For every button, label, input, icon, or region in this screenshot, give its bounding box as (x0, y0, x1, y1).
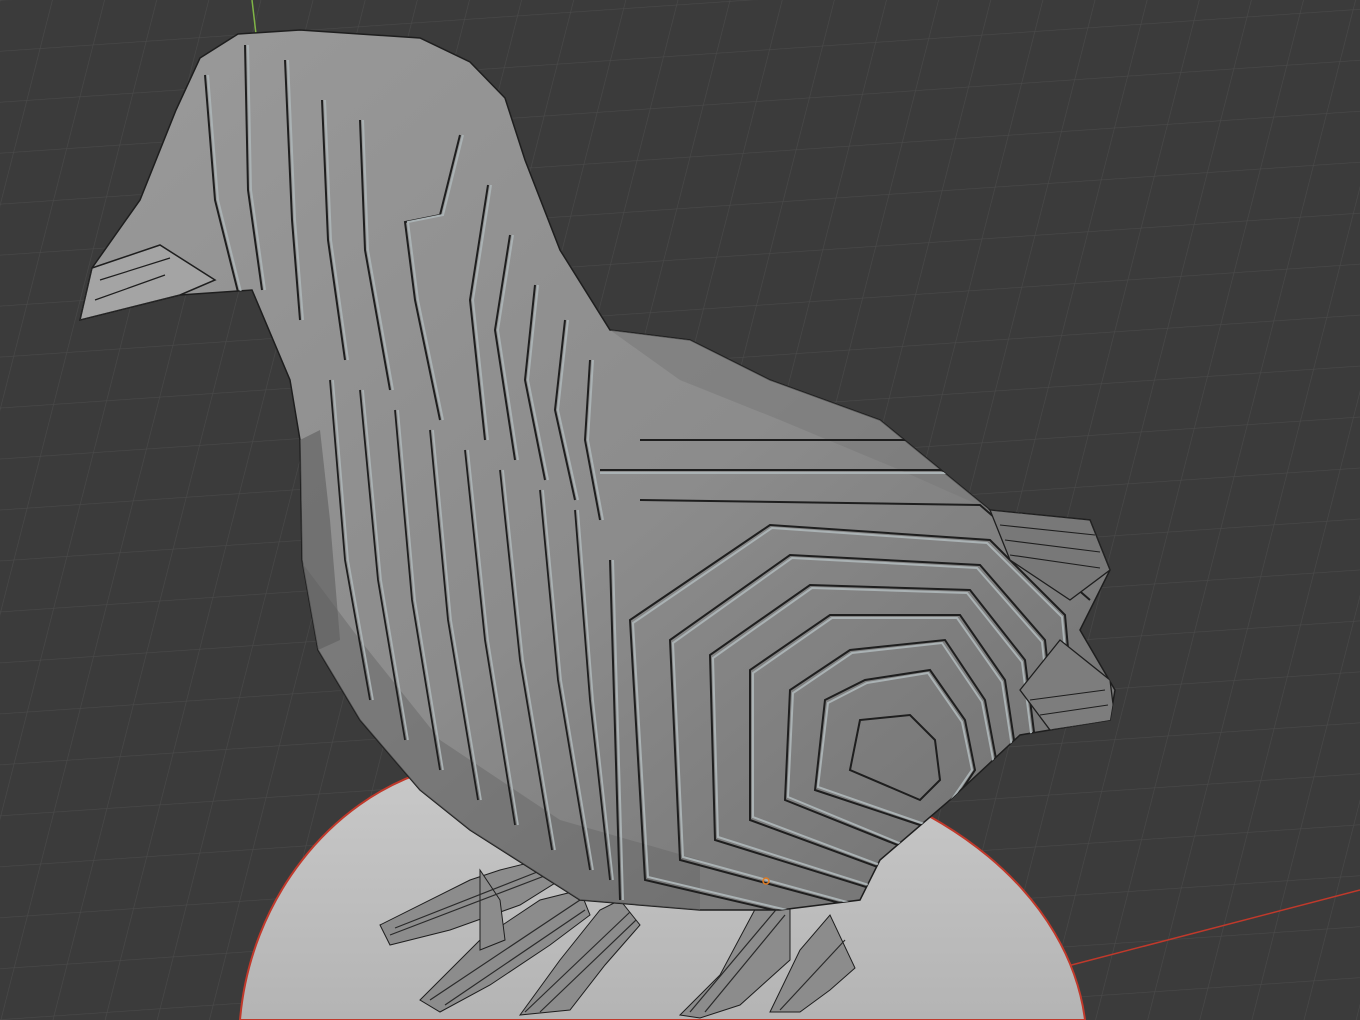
3d-viewport[interactable] (0, 0, 1360, 1020)
